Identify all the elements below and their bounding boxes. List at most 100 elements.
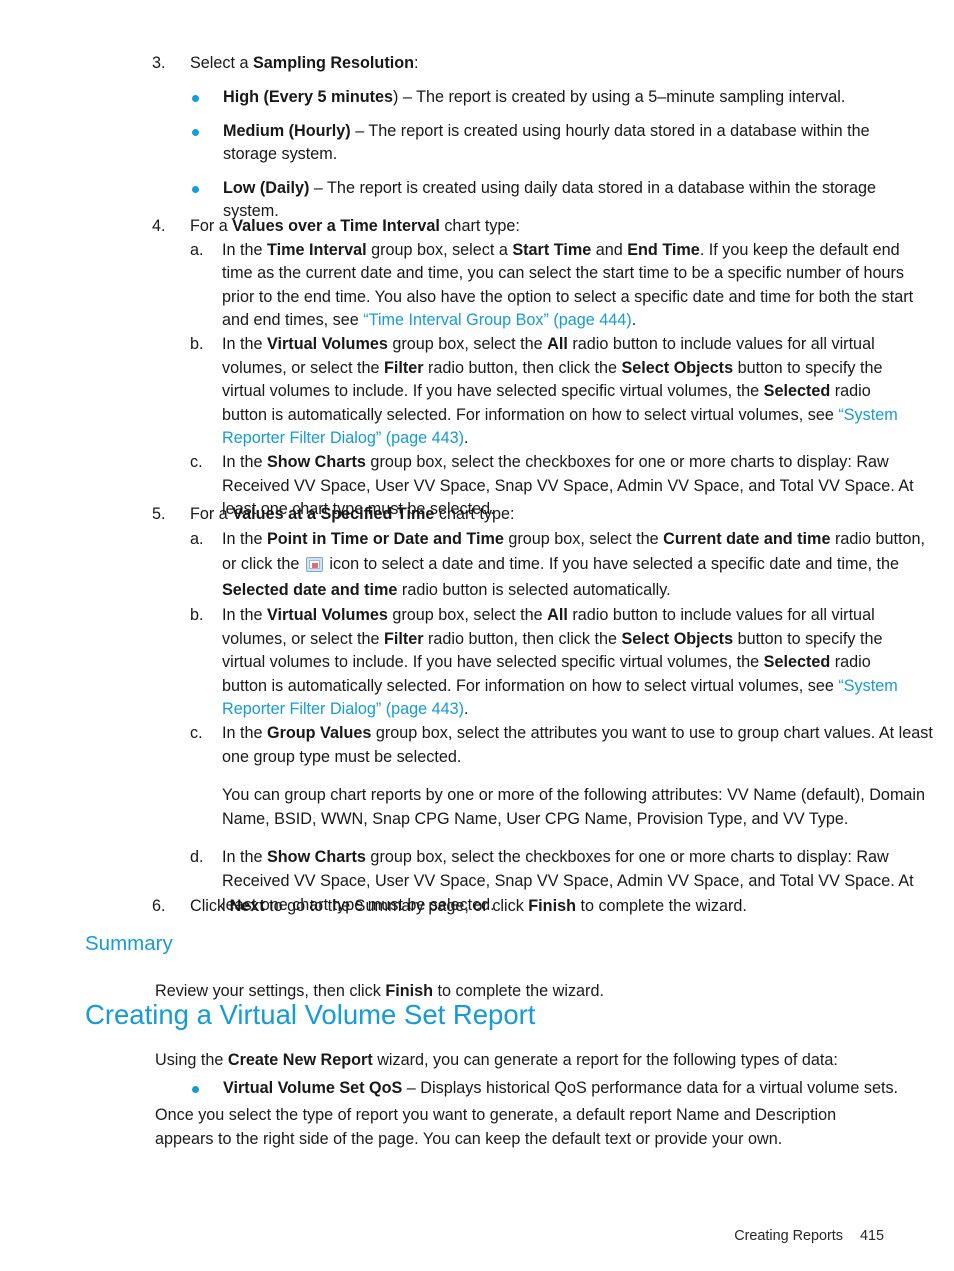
text-run-bold: Filter <box>383 629 424 648</box>
bullet-icon <box>192 128 199 136</box>
text-run-bold: Selected <box>763 653 831 672</box>
text-run-bold: Create New Report <box>227 1051 373 1069</box>
list-marker: c. <box>190 452 203 471</box>
list-item: a. In the Time Interval group box, selec… <box>190 239 932 333</box>
text-run: Click <box>190 897 230 915</box>
text-run: . <box>464 700 469 719</box>
document-page: 3. Select a Sampling Resolution: High (E… <box>0 0 954 1271</box>
text-run-bold: Medium (Hourly) <box>223 121 351 140</box>
text-run: to complete the wizard. <box>575 897 747 915</box>
step-3-lead: Select a Sampling Resolution: <box>190 54 418 72</box>
text-run-bold: Start Time <box>512 240 592 259</box>
text-run: chart type: <box>434 505 515 523</box>
text-run: In the <box>222 529 267 548</box>
step-4-lead: For a Values over a Time Interval chart … <box>190 217 520 235</box>
list-item: 3. Select a Sampling Resolution: <box>152 52 954 76</box>
list-marker: d. <box>190 848 204 867</box>
step-5-block: 5. For a Values at a Specified Time char… <box>0 503 954 917</box>
vvset-intro-paragraph: Using the Create New Report wizard, you … <box>155 1049 895 1073</box>
text-run: radio button, then click the <box>423 629 622 648</box>
text-run: – Displays historical QoS performance da… <box>402 1078 899 1097</box>
list-item: c. In the Group Values group box, select… <box>190 722 944 769</box>
step-4-block: 4. For a Values over a Time Interval cha… <box>0 215 954 522</box>
text-run: wizard, you can generate a report for th… <box>372 1051 838 1069</box>
text-run-bold: Selected date and time <box>222 580 398 599</box>
page-number: 415 <box>859 1228 884 1244</box>
list-item: 5. For a Values at a Specified Time char… <box>152 503 954 527</box>
text-run: group box, select the <box>387 334 548 353</box>
text-run: chart type: <box>439 217 520 235</box>
text-run-bold: Finish <box>528 897 576 915</box>
text-run: Using the <box>155 1051 228 1069</box>
rich-text: Click Next to go to the Summary page, or… <box>190 897 747 915</box>
text-run: group box, select the <box>387 606 548 625</box>
vvset-closing-paragraph: Once you select the type of report you w… <box>155 1106 837 1148</box>
list-marker: 6. <box>152 897 166 915</box>
list-item: b. In the Virtual Volumes group box, sel… <box>190 333 902 451</box>
list-item: 6. Click Next to go to the Summary page,… <box>152 895 954 919</box>
bullet-icon <box>192 1085 199 1093</box>
text-run: For a <box>190 505 233 523</box>
text-run: radio button is selected automatically. <box>397 580 671 599</box>
text-run: icon to select a date and time. If you h… <box>324 555 899 574</box>
list-marker: c. <box>190 724 203 743</box>
rich-text: In the Group Values group box, select th… <box>222 724 933 766</box>
list-item: High (Every 5 minutes) – The report is c… <box>190 86 954 110</box>
text-run-bold: Group Values <box>267 724 372 743</box>
section-heading-summary: Summary <box>85 932 173 955</box>
text-run-bold: Time Interval <box>267 240 367 259</box>
list-item: a. In the Point in Time or Date and Time… <box>190 527 934 604</box>
rich-text: In the Virtual Volumes group box, select… <box>222 335 898 447</box>
rich-text: In the Virtual Volumes group box, select… <box>222 606 898 718</box>
step-5-subitems: a. In the Point in Time or Date and Time… <box>152 527 954 918</box>
step-4-subitems: a. In the Time Interval group box, selec… <box>152 239 954 522</box>
text-run: radio button, then click the <box>423 358 622 377</box>
step-3-block: 3. Select a Sampling Resolution: <box>0 52 954 76</box>
list-marker: a. <box>190 240 204 259</box>
summary-section: Summary Review your settings, then click… <box>0 931 954 1004</box>
bullet-icon <box>192 185 199 193</box>
text-run: : <box>413 54 419 72</box>
text-run: . <box>464 429 469 448</box>
text-run: group box, select a <box>366 240 513 259</box>
text-run: In the <box>222 848 267 867</box>
text-run: Select a <box>190 54 253 72</box>
text-run-bold: All <box>547 334 568 353</box>
text-run-bold: Point in Time or Date and Time <box>267 529 504 548</box>
text-run-bold: Virtual Volumes <box>267 334 388 353</box>
text-run-bold: Show Charts <box>267 452 366 471</box>
text-run-bold: Virtual Volume Set QoS <box>223 1078 403 1097</box>
list-marker: b. <box>190 334 204 353</box>
calendar-date-picker-icon <box>305 557 323 573</box>
text-run-bold: Virtual Volumes <box>267 606 388 625</box>
text-run: In the <box>222 724 267 743</box>
text-run-bold: Select Objects <box>621 629 734 648</box>
text-run-bold: Sampling Resolution <box>253 54 414 72</box>
text-run-bold: Values over a Time Interval <box>232 217 440 235</box>
text-run-bold: Next <box>229 897 265 915</box>
step-6-block: 6. Click Next to go to the Summary page,… <box>0 895 954 919</box>
step-5-lead: For a Values at a Specified Time chart t… <box>190 505 515 523</box>
text-run: In the <box>222 334 267 353</box>
text-run-bold: Select Objects <box>621 358 734 377</box>
text-run: group box, select the <box>503 529 664 548</box>
text-run-bold: Show Charts <box>267 848 366 867</box>
text-run-bold: Low (Daily) <box>223 178 310 197</box>
text-run-bold: All <box>547 606 568 625</box>
section-heading-vvset-report: Creating a Virtual Volume Set Report <box>85 999 536 1030</box>
text-run: to go to the Summary page, or click <box>264 897 529 915</box>
cross-reference-link[interactable]: “Time Interval Group Box” (page 444) <box>363 311 631 329</box>
group-values-attributes-paragraph: You can group chart reports by one or mo… <box>222 786 926 828</box>
list-marker: 3. <box>152 54 166 72</box>
text-run: In the <box>222 452 267 471</box>
text-run-bold: Filter <box>383 358 424 377</box>
list-item: b. In the Virtual Volumes group box, sel… <box>190 604 902 722</box>
list-marker: 4. <box>152 217 166 235</box>
rich-text: In the Point in Time or Date and Time gr… <box>222 530 925 599</box>
text-run: ) – The report is created by using a 5–m… <box>393 88 846 106</box>
list-marker: b. <box>190 606 204 625</box>
text-run: For a <box>190 217 233 235</box>
bullet-icon <box>192 95 199 102</box>
text-run-bold: Values at a Specified Time <box>232 505 435 523</box>
text-run-bold: Selected <box>763 382 831 401</box>
